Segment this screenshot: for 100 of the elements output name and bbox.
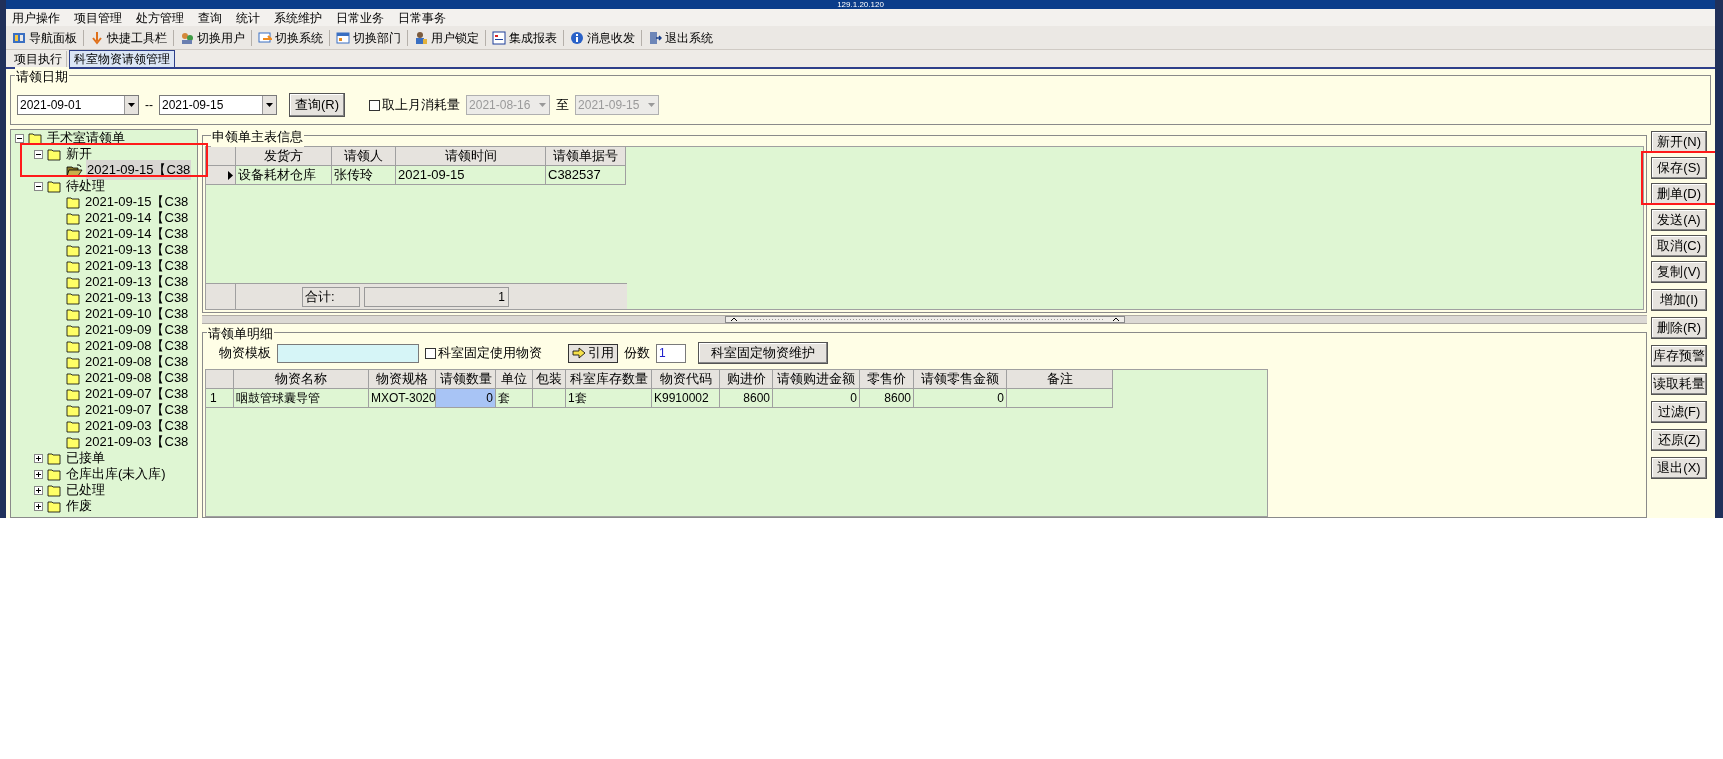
side-button[interactable]: 增加(I) (1651, 289, 1707, 311)
folder-icon (66, 387, 81, 401)
side-button[interactable]: 保存(S) (1651, 157, 1707, 179)
table-cell: 张传玲 (332, 166, 396, 185)
side-button[interactable]: 退出(X) (1651, 457, 1707, 479)
column-header: 请领零售金额 (914, 370, 1007, 389)
users-icon (180, 30, 194, 45)
side-button[interactable]: 发送(A) (1651, 209, 1707, 231)
expand-icon[interactable] (34, 453, 43, 463)
menu-item[interactable]: 日常业务 (336, 9, 384, 26)
folder-icon (66, 307, 81, 321)
folder-icon (66, 275, 81, 289)
side-button[interactable]: 库存预警 (1651, 345, 1707, 367)
collapse-icon[interactable] (34, 181, 43, 191)
column-header: 科室库存数量 (566, 370, 652, 389)
folder-icon (66, 419, 81, 433)
query-button[interactable]: 查询(R) (289, 93, 346, 117)
date-dropdown[interactable]: 2021-09-01 (17, 95, 139, 115)
collapse-icon[interactable] (34, 149, 43, 159)
toolbar-button[interactable]: 消息收发 (568, 27, 637, 48)
info-icon (570, 30, 584, 45)
tab[interactable]: 科室物资请领管理 (69, 50, 175, 67)
side-button[interactable]: 复制(V) (1651, 261, 1707, 283)
total-label: 合计: (302, 286, 360, 307)
folder-icon (47, 451, 62, 465)
expand-icon[interactable] (34, 469, 43, 479)
folder-icon (47, 483, 62, 497)
group-title: 申领单主表信息 (211, 127, 304, 147)
menu-item[interactable]: 日常事务 (398, 9, 446, 26)
date-separator: -- (145, 97, 153, 114)
column-header: 单位 (496, 370, 533, 389)
toolbar-button[interactable]: 切换系统 (256, 27, 325, 48)
expand-icon[interactable] (34, 485, 43, 495)
column-header: 零售价 (860, 370, 914, 389)
arrow-right-icon (572, 347, 586, 359)
menu-item[interactable]: 统计 (236, 9, 260, 26)
tree-item[interactable]: 2021-09-15【C38 (86, 160, 192, 180)
report-icon (492, 30, 506, 45)
toolbar-button[interactable]: 退出系统 (646, 27, 715, 48)
table-cell: 设备耗材仓库 (236, 166, 332, 185)
collapse-icon[interactable] (15, 133, 24, 143)
menu-item[interactable]: 查询 (198, 9, 222, 26)
splitter[interactable] (202, 315, 1647, 324)
fixed-supplies-checkbox[interactable]: 科室固定使用物资 (425, 343, 542, 363)
side-button[interactable]: 新开(N) (1651, 131, 1707, 153)
cite-button[interactable]: 引用 (568, 343, 618, 363)
table-cell: 1套 (566, 389, 652, 408)
side-button[interactable]: 取消(C) (1651, 235, 1707, 257)
column-header: 物资规格 (369, 370, 436, 389)
column-header: 备注 (1007, 370, 1113, 389)
menu-item[interactable]: 处方管理 (136, 9, 184, 26)
row-header[interactable] (206, 166, 236, 185)
folder-icon (66, 435, 81, 449)
table-cell: 8600 (720, 389, 773, 408)
collapse-handle-icon[interactable] (724, 316, 1125, 323)
template-input[interactable] (277, 343, 419, 363)
open-folder-icon (66, 163, 83, 177)
side-button[interactable]: 删单(D) (1651, 183, 1707, 205)
folder-icon (66, 323, 81, 337)
folder-icon (66, 211, 81, 225)
folder-icon (66, 259, 81, 273)
table-cell: 8600 (860, 389, 914, 408)
table-cell: 0 (773, 389, 860, 408)
folder-icon (47, 499, 62, 513)
dropdown-arrow-icon (266, 103, 273, 107)
maintain-button[interactable]: 科室固定物资维护 (698, 342, 828, 364)
side-button[interactable]: 删除(R) (1651, 317, 1707, 339)
copies-input[interactable]: 1 (656, 343, 686, 363)
toolbar-button[interactable]: 切换用户 (178, 27, 247, 48)
folder-icon (66, 243, 81, 257)
toolbar-button[interactable]: 切换部门 (334, 27, 403, 48)
field-label: 物资模板 (219, 344, 271, 363)
toolbar-button[interactable]: 集成报表 (490, 27, 559, 48)
last-month-checkbox[interactable]: 取上月消耗量 (369, 95, 461, 115)
folder-icon (66, 339, 81, 353)
table-cell: 0 (914, 389, 1007, 408)
row-number: 1 (206, 389, 234, 408)
user-lock-icon (414, 30, 428, 45)
dropdown-arrow-icon (538, 103, 546, 107)
folder-icon (47, 147, 62, 161)
menu-item[interactable]: 系统维护 (274, 9, 322, 26)
toolbar-button[interactable]: 快捷工具栏 (88, 27, 169, 48)
table-cell: 咽鼓管球囊导管 (234, 389, 369, 408)
side-button[interactable]: 过滤(F) (1651, 401, 1707, 423)
side-button[interactable]: 读取耗量 (1651, 373, 1707, 395)
toolbar-button[interactable]: 用户锁定 (412, 27, 481, 48)
menu-item[interactable]: 用户操作 (12, 9, 60, 26)
menu-item[interactable]: 项目管理 (74, 9, 122, 26)
toolbar-button[interactable]: 导航面板 (10, 27, 79, 48)
date-dropdown[interactable]: 2021-09-15 (159, 95, 277, 115)
down-arrow-icon (90, 30, 104, 45)
column-header: 包装 (533, 370, 566, 389)
side-button[interactable]: 还原(Z) (1651, 429, 1707, 451)
column-header: 请领时间 (396, 147, 546, 166)
column-header: 请领单据号 (546, 147, 626, 166)
folder-icon (47, 467, 62, 481)
field-label: 份数 (624, 344, 650, 363)
expand-icon[interactable] (34, 501, 43, 511)
panel-icon (12, 30, 26, 45)
column-header: 发货方 (236, 147, 332, 166)
